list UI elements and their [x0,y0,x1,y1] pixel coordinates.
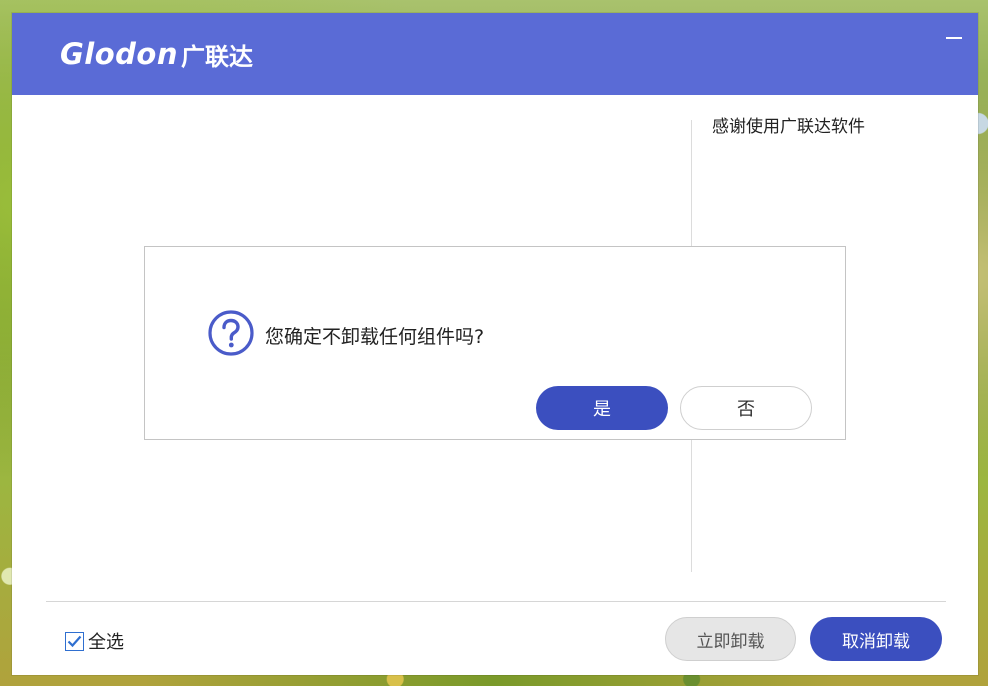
title-bar[interactable]: Glodon 广联达 [12,13,978,95]
uninstall-now-button[interactable]: 立即卸载 [665,617,796,661]
cancel-uninstall-button[interactable]: 取消卸载 [810,617,942,661]
logo-mark-text: Glodon [60,37,178,71]
dialog-message: 您确定不卸载任何组件吗? [265,326,485,348]
footer-divider [46,601,946,602]
logo-chinese-text: 广联达 [181,42,253,71]
checkbox-checked-icon[interactable] [65,631,84,651]
yes-button[interactable]: 是 [536,386,668,430]
thanks-text: 感谢使用广联达软件 [712,117,865,137]
question-circle-icon [207,309,255,357]
minimize-icon[interactable] [944,27,964,47]
select-all-checkbox[interactable]: 全选 [65,628,124,654]
no-button[interactable]: 否 [680,386,812,430]
glodon-logo: Glodon 广联达 [60,37,253,71]
select-all-label: 全选 [88,632,124,653]
confirm-dialog: 您确定不卸载任何组件吗? 是 否 [144,246,846,440]
